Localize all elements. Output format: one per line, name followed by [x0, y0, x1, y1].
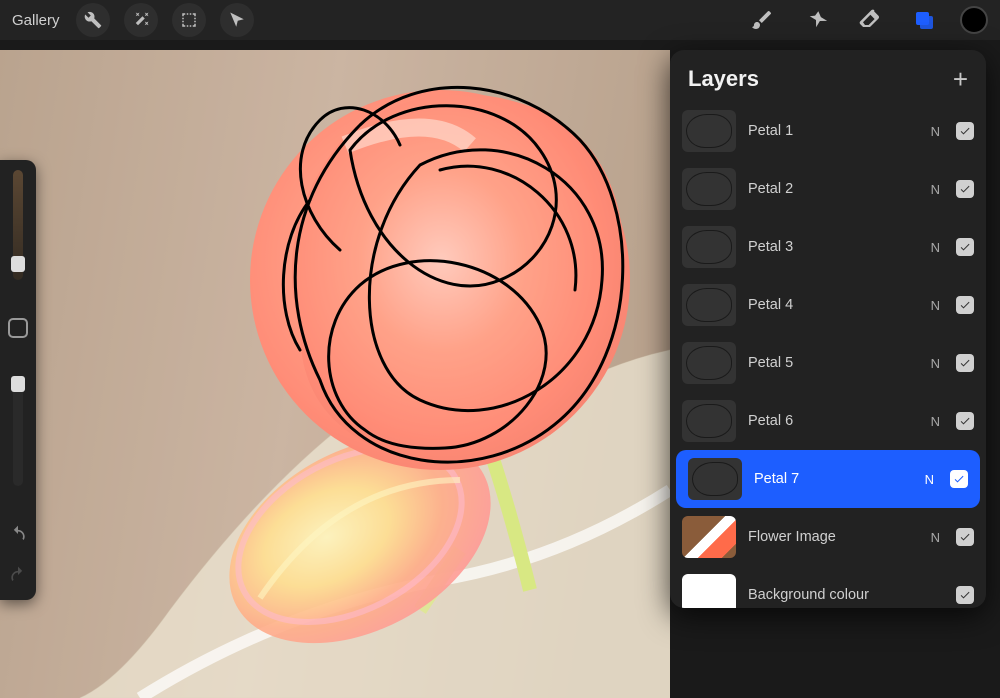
- layer-visibility-checkbox[interactable]: [956, 586, 974, 604]
- layer-thumbnail[interactable]: [682, 284, 736, 326]
- layer-thumbnail[interactable]: [688, 458, 742, 500]
- layer-visibility-checkbox[interactable]: [956, 296, 974, 314]
- canvas-artwork: [0, 50, 670, 698]
- brush-tool[interactable]: [744, 2, 780, 38]
- layer-visibility-checkbox[interactable]: [956, 354, 974, 372]
- left-sidebar: [0, 160, 36, 600]
- layer-row[interactable]: Background colour: [670, 566, 986, 608]
- undo-button[interactable]: [8, 524, 28, 549]
- layer-thumbnail[interactable]: [682, 342, 736, 384]
- opacity-slider[interactable]: [13, 376, 23, 486]
- layer-visibility-checkbox[interactable]: [956, 412, 974, 430]
- layer-name-label: Petal 7: [754, 471, 913, 487]
- color-picker-button[interactable]: [960, 6, 988, 34]
- layer-blend-mode[interactable]: N: [931, 530, 940, 545]
- canvas[interactable]: [0, 50, 670, 698]
- layer-blend-mode[interactable]: N: [931, 240, 940, 255]
- layer-blend-mode[interactable]: N: [925, 472, 934, 487]
- layer-name-label: Background colour: [748, 587, 944, 603]
- selection-tool[interactable]: [172, 3, 206, 37]
- top-toolbar: Gallery: [0, 0, 1000, 40]
- opacity-thumb[interactable]: [11, 376, 25, 392]
- move-tool[interactable]: [220, 3, 254, 37]
- eraser-tool[interactable]: [852, 2, 888, 38]
- modify-button[interactable]: [8, 318, 28, 338]
- layer-blend-mode[interactable]: N: [931, 124, 940, 139]
- layer-row[interactable]: Petal 2 N: [670, 160, 986, 218]
- layer-row[interactable]: Petal 3 N: [670, 218, 986, 276]
- layer-thumbnail[interactable]: [682, 110, 736, 152]
- layer-visibility-checkbox[interactable]: [956, 122, 974, 140]
- layer-name-label: Petal 4: [748, 297, 919, 313]
- layers-title: Layers: [688, 66, 759, 92]
- layer-visibility-checkbox[interactable]: [956, 528, 974, 546]
- brush-size-slider[interactable]: [13, 170, 23, 280]
- layer-visibility-checkbox[interactable]: [956, 238, 974, 256]
- layer-thumbnail[interactable]: [682, 516, 736, 558]
- layer-blend-mode[interactable]: N: [931, 356, 940, 371]
- brush-size-thumb[interactable]: [11, 256, 25, 272]
- smudge-tool[interactable]: [798, 2, 834, 38]
- layer-visibility-checkbox[interactable]: [956, 180, 974, 198]
- layer-row[interactable]: Petal 5 N: [670, 334, 986, 392]
- canvas-area[interactable]: [0, 50, 670, 698]
- layers-tool[interactable]: [906, 2, 942, 38]
- layer-thumbnail[interactable]: [682, 574, 736, 608]
- layer-name-label: Petal 5: [748, 355, 919, 371]
- layers-header: Layers +: [670, 50, 986, 102]
- layer-blend-mode[interactable]: N: [931, 298, 940, 313]
- layer-name-label: Petal 2: [748, 181, 919, 197]
- redo-button[interactable]: [8, 565, 28, 590]
- layers-panel: Layers + Petal 1NPetal 2NPetal 3NPetal 4…: [670, 50, 986, 608]
- layer-row[interactable]: Petal 4 N: [670, 276, 986, 334]
- layer-thumbnail[interactable]: [682, 226, 736, 268]
- gallery-button[interactable]: Gallery: [12, 12, 60, 29]
- layer-row[interactable]: Flower Image N: [670, 508, 986, 566]
- layer-row[interactable]: Petal 6 N: [670, 392, 986, 450]
- layer-blend-mode[interactable]: N: [931, 182, 940, 197]
- layers-list: Petal 1 N Petal 2 N Petal 3 N Petal 4 N Petal 5 N…: [670, 102, 986, 608]
- layer-name-label: Petal 3: [748, 239, 919, 255]
- add-layer-button[interactable]: +: [953, 69, 968, 89]
- layer-thumbnail[interactable]: [682, 400, 736, 442]
- layer-row[interactable]: Petal 7 N: [676, 450, 980, 508]
- layer-thumbnail[interactable]: [682, 168, 736, 210]
- layer-name-label: Petal 1: [748, 123, 919, 139]
- layer-blend-mode[interactable]: N: [931, 414, 940, 429]
- layer-name-label: Petal 6: [748, 413, 919, 429]
- adjustments-tool[interactable]: [76, 3, 110, 37]
- magic-wand-tool[interactable]: [124, 3, 158, 37]
- layer-name-label: Flower Image: [748, 529, 919, 545]
- layer-visibility-checkbox[interactable]: [950, 470, 968, 488]
- layer-row[interactable]: Petal 1 N: [670, 102, 986, 160]
